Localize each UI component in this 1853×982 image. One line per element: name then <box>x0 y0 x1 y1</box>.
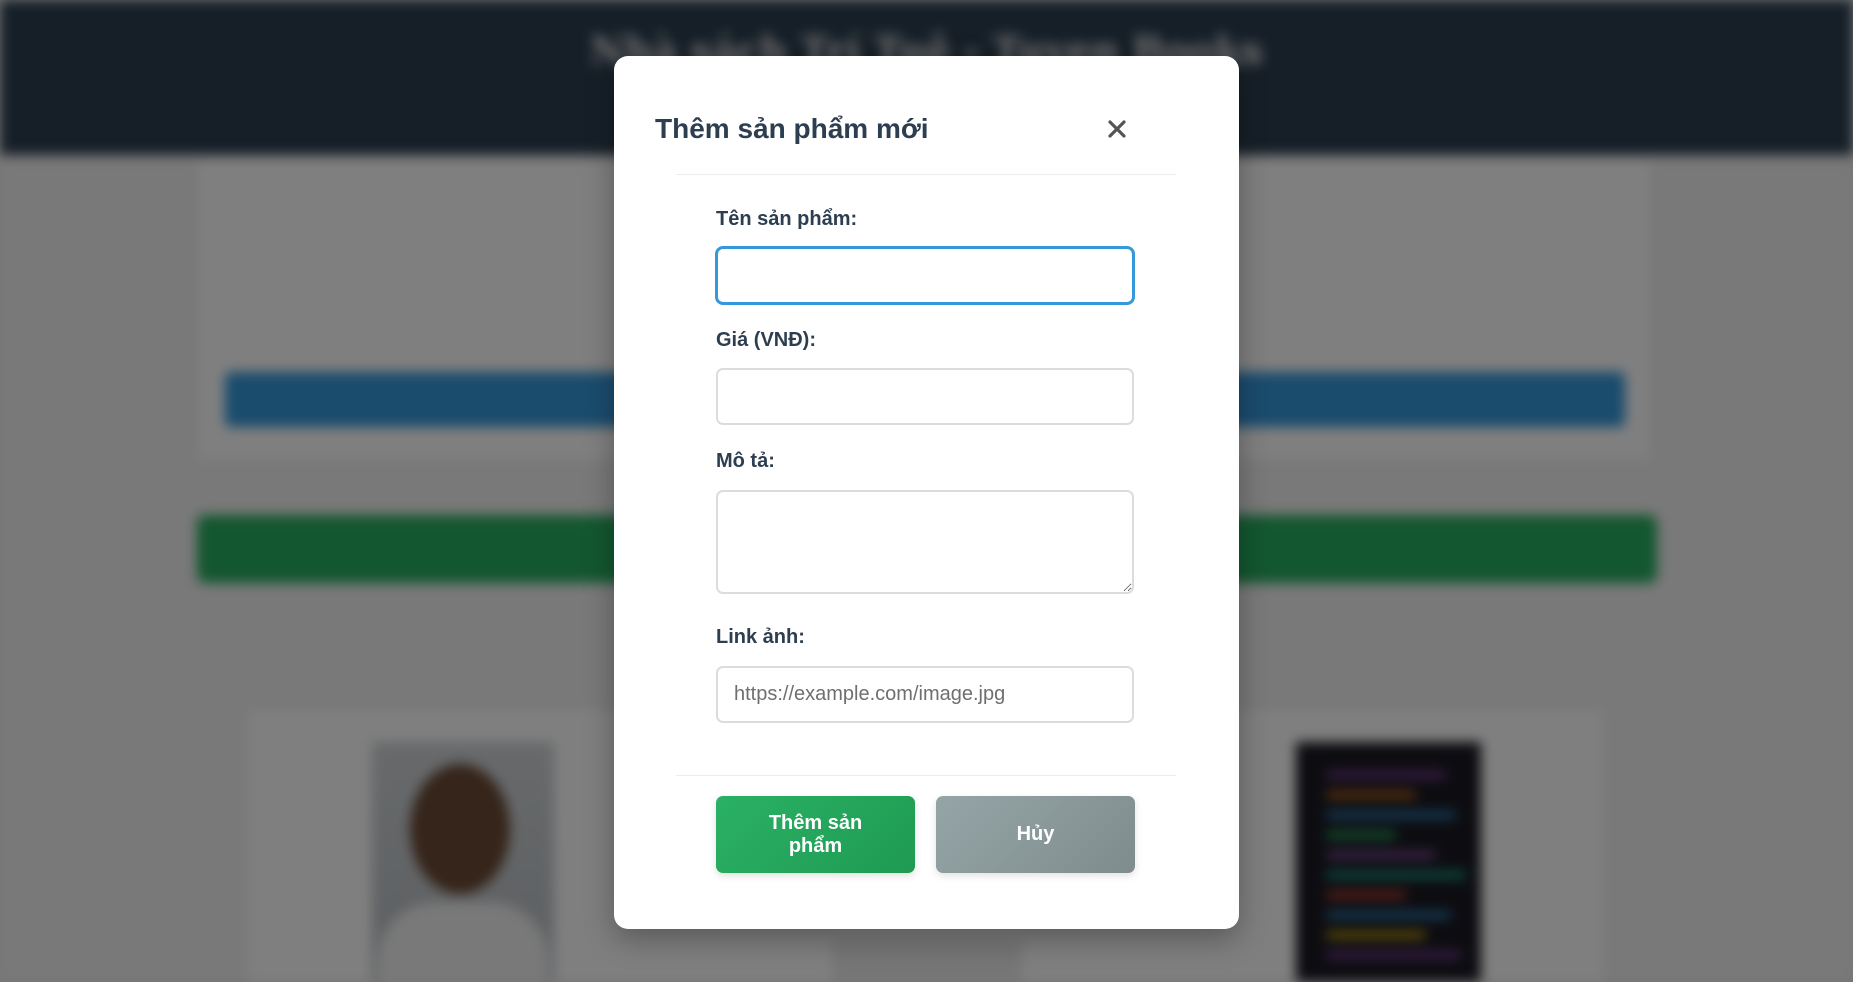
image-link-label: Link ảnh: <box>716 626 805 648</box>
image-link-input[interactable] <box>716 666 1134 723</box>
price-input[interactable] <box>716 368 1134 425</box>
close-button[interactable] <box>1100 112 1134 146</box>
description-label: Mô tả: <box>716 450 775 472</box>
close-icon <box>1108 120 1126 138</box>
description-textarea[interactable] <box>716 490 1134 594</box>
price-label: Giá (VNĐ): <box>716 329 816 351</box>
product-name-input[interactable] <box>716 247 1134 304</box>
footer-divider <box>676 775 1176 776</box>
modal-title: Thêm sản phẩm mới <box>655 113 929 144</box>
product-name-label: Tên sản phẩm: <box>716 208 858 230</box>
add-product-modal: Thêm sản phẩm mới Tên sản phẩm: Giá (VNĐ… <box>614 56 1239 929</box>
cancel-button[interactable]: Hủy <box>936 796 1135 873</box>
add-product-button[interactable]: Thêm sản phẩm <box>716 796 915 873</box>
